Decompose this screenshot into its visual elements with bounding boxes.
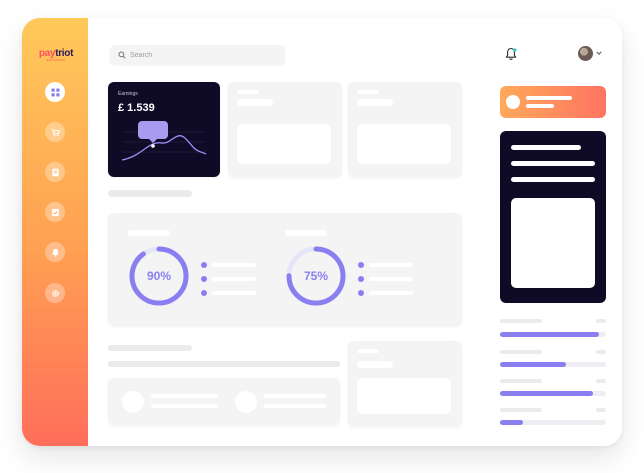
section-heading-placeholder (108, 190, 192, 197)
placeholder-line (596, 319, 606, 323)
sidebar-item-settings[interactable] (45, 283, 65, 303)
grid-icon (50, 87, 60, 97)
placeholder-line (500, 350, 542, 354)
placeholder-line (511, 177, 595, 182)
progress-fill (500, 362, 566, 367)
card-panel[interactable] (500, 131, 606, 303)
placeholder-line (237, 99, 273, 106)
progress-fill (500, 332, 599, 337)
legend-line (369, 291, 413, 295)
section-subheading-placeholder (108, 361, 340, 367)
placeholder-line (151, 404, 218, 408)
contacts-card[interactable] (108, 378, 340, 425)
legend-line (369, 277, 413, 281)
legend-dot (358, 262, 364, 268)
legend-dot (201, 276, 207, 282)
cart-icon (51, 128, 60, 136)
placeholder-line (264, 404, 326, 408)
sidebar-item-notifications[interactable] (45, 242, 65, 262)
stat-title-placeholder (128, 230, 170, 236)
legend-dot (358, 290, 364, 296)
search-bar[interactable]: Search (110, 45, 285, 65)
placeholder-line (151, 394, 218, 398)
summary-card-2[interactable] (228, 82, 342, 177)
placeholder-block (357, 124, 451, 164)
placeholder-line (237, 90, 259, 94)
placeholder-line (357, 90, 379, 94)
search-placeholder: Search (130, 51, 153, 59)
progress-bar-3 (500, 391, 606, 396)
legend-dot (201, 262, 207, 268)
placeholder-line (357, 349, 379, 353)
summary-card-4[interactable] (348, 341, 462, 427)
stat-1-percent: 90% (146, 269, 172, 283)
placeholder-line (596, 408, 606, 412)
stat-title-placeholder (285, 230, 327, 236)
placeholder-line (511, 161, 595, 166)
placeholder-line (526, 104, 554, 108)
legend-line (369, 263, 413, 267)
promo-avatar-placeholder (506, 95, 520, 109)
placeholder-line (500, 319, 542, 323)
placeholder-block (511, 198, 595, 288)
progress-fill (500, 391, 594, 396)
placeholder-line (357, 99, 393, 106)
summary-card-3[interactable] (348, 82, 462, 177)
legend-line (212, 291, 256, 295)
placeholder-line (511, 145, 581, 150)
placeholder-line (526, 96, 572, 100)
earnings-card[interactable]: Earnings £ 1.539 (108, 82, 220, 177)
placeholder-block (357, 378, 451, 414)
promo-banner[interactable] (500, 86, 606, 118)
brand-logo[interactable]: paytriot EXPENSES (33, 48, 79, 62)
progress-fill (500, 420, 524, 425)
avatar-placeholder (235, 391, 257, 413)
checklist-icon (51, 208, 59, 216)
placeholder-line (500, 379, 542, 383)
sidebar-item-cart[interactable] (45, 122, 65, 142)
section-heading-placeholder (108, 345, 192, 351)
placeholder-line (264, 394, 326, 398)
legend-dot (201, 290, 207, 296)
progress-bar-2 (500, 362, 606, 367)
chart-tooltip (138, 121, 168, 139)
progress-bar-4 (500, 420, 606, 425)
stats-panel: 90% 75% (108, 213, 462, 326)
stat-2-percent: 75% (303, 269, 329, 283)
progress-bar-1 (500, 332, 606, 337)
user-avatar[interactable] (578, 46, 593, 61)
sidebar-item-documents[interactable] (45, 162, 65, 182)
placeholder-line (357, 361, 393, 368)
placeholder-line (500, 408, 542, 412)
sidebar-item-dashboard[interactable] (45, 82, 65, 102)
placeholder-line (596, 379, 606, 383)
gear-icon (51, 289, 59, 297)
search-icon (118, 51, 126, 59)
legend-dot (358, 276, 364, 282)
main-content: Search Earnings £ 1.539 90% 75% (88, 18, 483, 446)
legend-line (212, 277, 256, 281)
bell-icon (51, 248, 59, 257)
document-icon (51, 168, 59, 176)
placeholder-line (596, 350, 606, 354)
sidebar: paytriot EXPENSES (22, 18, 88, 446)
legend-line (212, 263, 256, 267)
avatar-placeholder (122, 391, 144, 413)
chevron-down-icon[interactable] (596, 50, 602, 56)
placeholder-block (237, 124, 331, 164)
chart-tooltip-pointer (148, 138, 158, 143)
notification-bell-icon[interactable] (504, 47, 518, 61)
sidebar-item-tasks[interactable] (45, 202, 65, 222)
